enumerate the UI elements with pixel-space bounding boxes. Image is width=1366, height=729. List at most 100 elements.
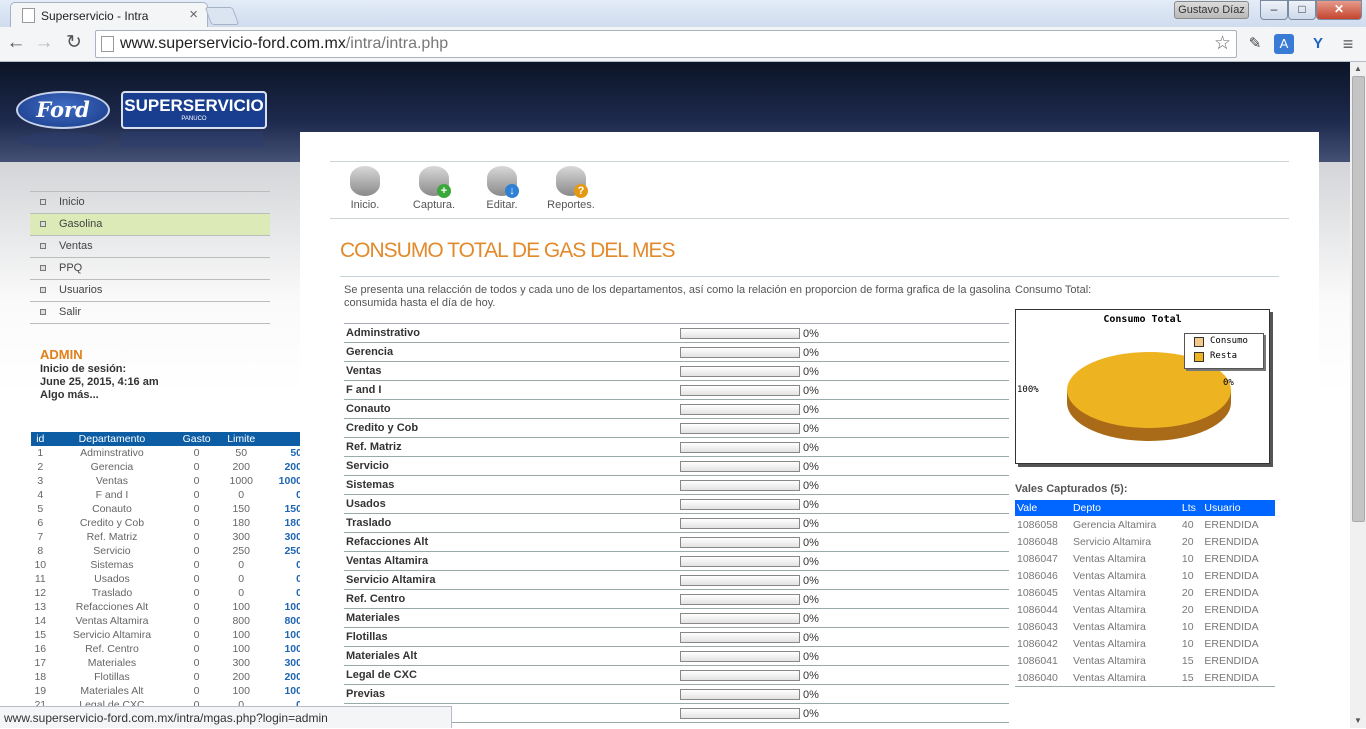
- sidebar-item-inicio[interactable]: Inicio: [30, 191, 270, 214]
- table-row: 7 Ref. Matriz 0 300 300: [31, 530, 304, 544]
- consumption-bar: [680, 632, 800, 643]
- table-cell: ERENDIDA: [1202, 669, 1275, 687]
- table-cell: 1086040: [1015, 669, 1071, 687]
- table-row: 2 Gerencia 0 200 200: [31, 460, 304, 474]
- sidebar-item-ppq[interactable]: PPQ: [30, 258, 270, 280]
- column-header: Departamento: [49, 432, 175, 446]
- table-row[interactable]: 1086042 Ventas Altamira 10 ERENDIDA: [1015, 635, 1275, 652]
- close-window-button[interactable]: ✕: [1316, 0, 1362, 20]
- table-cell: 0: [193, 489, 200, 501]
- consumption-percent: 0%: [803, 366, 819, 378]
- toolbar-label: Editar.: [486, 199, 518, 211]
- page-scrollbar[interactable]: ▲ ▼: [1350, 62, 1366, 728]
- department-name: Flotillas: [346, 631, 388, 643]
- bullet-icon: [40, 221, 46, 227]
- forward-icon[interactable]: →: [32, 31, 56, 55]
- consumption-percent: 0%: [803, 651, 819, 663]
- table-cell: 6: [37, 517, 44, 529]
- browser-titlebar: Superservicio - Intra × Gustavo Díaz – □…: [0, 0, 1366, 28]
- browser-tab[interactable]: Superservicio - Intra ×: [10, 2, 208, 28]
- maximize-button[interactable]: □: [1288, 0, 1316, 20]
- consumption-percent: 0%: [803, 708, 819, 720]
- sidebar-item-ventas[interactable]: Ventas: [30, 236, 270, 258]
- table-cell: 12: [34, 587, 47, 599]
- table-cell: 1086058: [1017, 518, 1058, 531]
- reload-icon[interactable]: ↻: [62, 31, 86, 55]
- page-icon: [101, 36, 114, 52]
- table-cell: 10: [1181, 620, 1194, 633]
- table-cell: Materiales Alt: [80, 685, 144, 697]
- table-row[interactable]: 1086043 Ventas Altamira 10 ERENDIDA: [1015, 618, 1275, 635]
- new-tab-button[interactable]: [204, 7, 240, 25]
- minimize-button[interactable]: –: [1260, 0, 1288, 20]
- table-cell: 1000: [229, 475, 253, 487]
- consumption-bar: [680, 461, 800, 472]
- department-name: Conauto: [346, 403, 391, 415]
- table-cell: 100: [232, 685, 250, 697]
- sidebar-item-salir[interactable]: Salir: [30, 302, 270, 324]
- star-icon[interactable]: ☆: [1214, 31, 1231, 57]
- table-cell: 0: [193, 601, 200, 613]
- url-text: www.superservicio-ford.com.mx/intra/intr…: [120, 31, 448, 57]
- department-name: Previas: [346, 688, 386, 700]
- sidebar-item-usuarios[interactable]: Usuarios: [30, 280, 270, 302]
- legend-item: Resta: [1185, 349, 1263, 364]
- table-cell: 0: [238, 587, 245, 599]
- consumption-bar: [680, 423, 800, 434]
- department-name: Ventas: [346, 365, 382, 377]
- table-row: 3 Ventas 0 1000 1000: [31, 474, 304, 488]
- table-row[interactable]: 1086046 Ventas Altamira 10 ERENDIDA: [1015, 567, 1275, 584]
- toolbar-editar-button[interactable]: ↓ Editar.: [472, 166, 532, 211]
- department-name: Refacciones Alt: [346, 536, 429, 548]
- department-name: Servicio Altamira: [346, 574, 436, 586]
- table-row[interactable]: 1086058 Gerencia Altamira 40 ERENDIDA: [1015, 516, 1275, 533]
- table-cell: Servicio: [93, 545, 131, 557]
- table-cell: Refacciones Alt: [75, 601, 149, 613]
- table-cell: Usados: [94, 573, 130, 585]
- legend-label: Consumo: [1210, 336, 1248, 346]
- department-row: Servicio Altamira 0%: [344, 571, 1009, 590]
- toolbar-reportes-button[interactable]: ? Reportes.: [541, 166, 601, 211]
- table-row[interactable]: 1086040 Ventas Altamira 15 ERENDIDA: [1015, 669, 1275, 687]
- shield-icon[interactable]: Y: [1308, 34, 1328, 54]
- scroll-down-icon[interactable]: ▼: [1350, 714, 1366, 728]
- table-cell: 0: [193, 657, 200, 669]
- profile-button[interactable]: Gustavo Díaz: [1174, 1, 1249, 19]
- session-date: June 25, 2015, 4:16 am: [40, 376, 159, 388]
- table-row: 6 Credito y Cob 0 180 180: [31, 516, 304, 530]
- sidebar-item-gasolina[interactable]: Gasolina: [30, 214, 270, 236]
- table-cell: 100: [284, 685, 302, 697]
- eyedropper-icon[interactable]: ✎: [1245, 34, 1265, 54]
- address-bar[interactable]: www.superservicio-ford.com.mx/intra/intr…: [95, 30, 1237, 58]
- sidebar-item-label: Ventas: [59, 240, 93, 252]
- tab-close-icon[interactable]: ×: [189, 6, 198, 23]
- scroll-up-icon[interactable]: ▲: [1350, 62, 1366, 76]
- consumption-bar: [680, 594, 800, 605]
- menu-icon[interactable]: ≡: [1338, 34, 1358, 54]
- table-cell: 40: [1181, 518, 1194, 531]
- scroll-thumb[interactable]: [1352, 76, 1365, 522]
- toolbar-inicio-button[interactable]: Inicio.: [335, 166, 395, 211]
- table-row[interactable]: 1086047 Ventas Altamira 10 ERENDIDA: [1015, 550, 1275, 567]
- translate-icon[interactable]: A: [1274, 34, 1294, 54]
- consumption-percent: 0%: [803, 328, 819, 340]
- toolbar-label: Reportes.: [547, 199, 595, 211]
- table-row[interactable]: 1086048 Servicio Altamira 20 ERENDIDA: [1015, 533, 1275, 550]
- consumption-percent: 0%: [803, 442, 819, 454]
- column-header: Lts: [1179, 500, 1203, 516]
- table-row[interactable]: 1086041 Ventas Altamira 15 ERENDIDA: [1015, 652, 1275, 669]
- toolbar-captura-button[interactable]: + Captura.: [404, 166, 464, 211]
- table-cell: 3: [37, 475, 44, 487]
- table-row[interactable]: 1086044 Ventas Altamira 20 ERENDIDA: [1015, 601, 1275, 618]
- department-name: Ref. Matriz: [346, 441, 402, 453]
- table-cell: 300: [284, 657, 302, 669]
- table-cell: 0: [264, 488, 304, 502]
- table-cell: 10: [1181, 637, 1194, 650]
- table-row: 19 Materiales Alt 0 100 100: [31, 684, 304, 698]
- table-cell: Conauto: [92, 503, 132, 515]
- table-row[interactable]: 1086045 Ventas Altamira 20 ERENDIDA: [1015, 584, 1275, 601]
- table-cell: 0: [193, 475, 200, 487]
- back-icon[interactable]: ←: [4, 31, 28, 55]
- more-link[interactable]: Algo más...: [40, 389, 159, 402]
- sidebar-item-label: Salir: [59, 306, 82, 318]
